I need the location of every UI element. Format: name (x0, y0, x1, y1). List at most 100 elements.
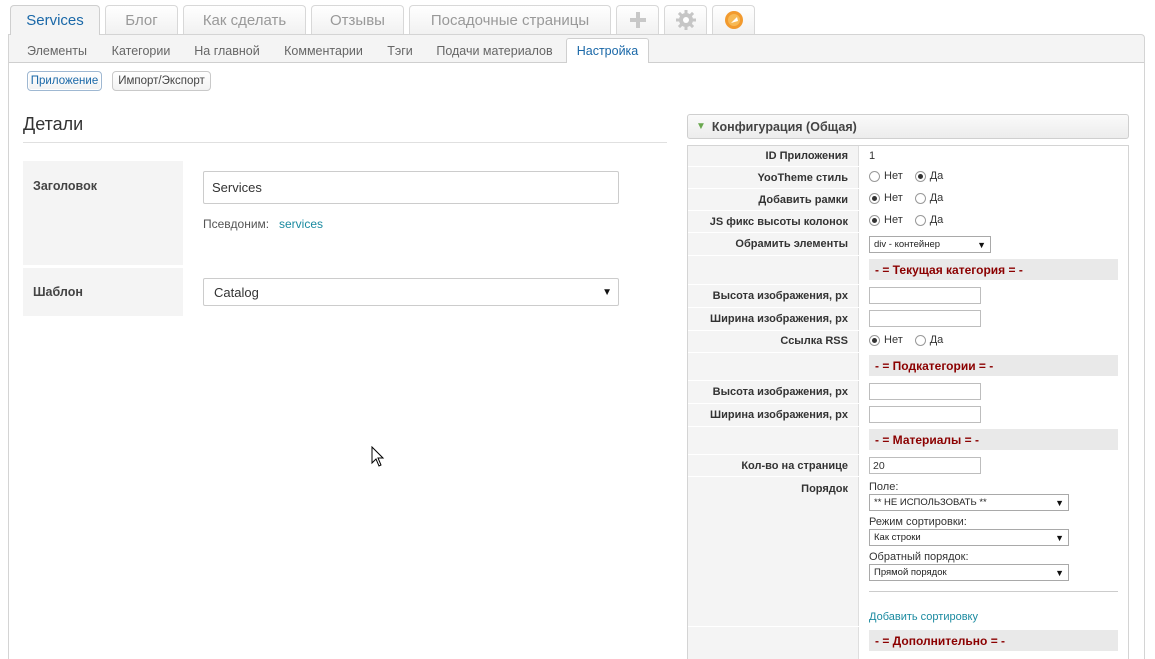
pill-label: Приложение (30, 75, 99, 87)
radio-label: Нет (884, 170, 903, 182)
tab-label: Как сделать (202, 11, 287, 29)
tab-how-to[interactable]: Как сделать (183, 5, 306, 34)
subcategory-img-height-input[interactable] (869, 383, 981, 400)
tab-label: Services (26, 12, 84, 29)
alias-link[interactable]: services (279, 217, 323, 231)
tab-landing-pages[interactable]: Посадочные страницы (409, 5, 611, 34)
radio-label: Да (929, 170, 944, 182)
reverse-order-select[interactable]: Прямой порядок ▼ (869, 564, 1069, 581)
sort-mode-select-value: Как строки (874, 532, 921, 543)
subtab-frontpage[interactable]: На главной (188, 37, 266, 65)
subtab-comments[interactable]: Комментарии (276, 37, 371, 65)
template-select[interactable]: Catalog ▼ (203, 278, 619, 306)
radio-label: Нет (884, 334, 903, 346)
section-extra: - = Дополнительно = - (869, 630, 1118, 651)
add-app-button[interactable] (616, 5, 659, 34)
chevron-down-icon: ▼ (1055, 497, 1064, 508)
wrap-elements-select[interactable]: div - контейнер ▼ (869, 236, 991, 253)
tab-services[interactable]: Services (10, 5, 100, 35)
yootheme-no-radio[interactable] (869, 170, 880, 182)
title-label-cell: Заголовок (23, 161, 183, 265)
subtab-categories[interactable]: Категории (104, 37, 178, 65)
app-settings-pill[interactable]: Приложение (27, 71, 102, 91)
sort-mode-select[interactable]: Как строки ▼ (869, 529, 1069, 546)
tab-reviews[interactable]: Отзывы (311, 5, 404, 34)
pill-label: Импорт/Экспорт (118, 75, 205, 87)
rss-no-radio[interactable] (869, 334, 880, 346)
rss-yes-radio[interactable] (914, 334, 926, 346)
tab-label: Посадочные страницы (430, 11, 590, 29)
rss-label: Ссылка RSS (780, 335, 848, 347)
add-frames-yes-radio[interactable] (914, 192, 926, 204)
title-input[interactable]: Services (203, 171, 619, 204)
subtab-label: На главной (194, 44, 260, 58)
per-page-input[interactable]: 20 (869, 457, 981, 474)
js-fix-yes-radio[interactable] (914, 214, 926, 226)
subtab-config[interactable]: Настройка (566, 38, 649, 63)
wrap-select-value: div - контейнер (874, 239, 941, 250)
rss-radio-group: Нет Да (869, 334, 955, 346)
row-divider (688, 426, 859, 427)
category-img-height-input[interactable] (869, 287, 981, 304)
add-frames-no-radio[interactable] (869, 192, 880, 204)
tab-label: Блог (125, 11, 158, 29)
yootheme-label: YooTheme стиль (757, 172, 849, 184)
row-divider (688, 330, 859, 331)
rocket-button[interactable] (712, 5, 755, 34)
reverse-order-select-value: Прямой порядок (874, 567, 947, 578)
field-label: Поле: (869, 481, 899, 493)
img-width-label: Ширина изображения, px (710, 313, 848, 325)
section-current-category: - = Текущая категория = - (869, 259, 1118, 280)
row-divider (688, 188, 859, 189)
alias-label: Псевдоним: (203, 217, 270, 231)
template-label: Шаблон (33, 285, 83, 299)
import-export-pill[interactable]: Импорт/Экспорт (112, 71, 211, 91)
radio-label: Нет (884, 192, 903, 204)
row-divider (688, 232, 859, 233)
config-section-header[interactable]: ▼ Конфигурация (Общая) (687, 114, 1129, 139)
radio-label: Да (929, 192, 944, 204)
add-sorting-link[interactable]: Добавить сортировку (869, 611, 978, 623)
subtab-label: Настройка (576, 44, 639, 58)
details-heading: Детали (23, 114, 84, 134)
img-width-label: Ширина изображения, px (710, 409, 848, 421)
triangle-down-icon: ▼ (696, 121, 706, 132)
chevron-down-icon: ▼ (602, 286, 612, 298)
title-label: Заголовок (33, 179, 97, 193)
subcategory-img-width-input[interactable] (869, 406, 981, 423)
subtab-items[interactable]: Элементы (20, 37, 94, 65)
subtab-label: Тэги (387, 44, 413, 58)
row-divider (688, 626, 859, 627)
app-id-label: ID Приложения (765, 150, 848, 162)
row-divider (688, 403, 859, 404)
config-header-label: Конфигурация (Общая) (711, 119, 857, 134)
subtab-tags[interactable]: Тэги (381, 37, 419, 65)
add-frames-label: Добавить рамки (758, 194, 848, 206)
add-frames-radio-group: Нет Да (869, 192, 955, 204)
category-img-width-input[interactable] (869, 310, 981, 327)
section-subcategories: - = Подкатегории = - (869, 355, 1118, 376)
wrap-elements-label: Обрамить элементы (735, 238, 848, 250)
yootheme-yes-radio[interactable] (914, 170, 926, 182)
js-fix-no-radio[interactable] (869, 214, 880, 226)
reverse-order-label: Обратный порядок: (869, 551, 969, 563)
row-divider (688, 210, 859, 211)
row-divider (688, 255, 859, 256)
order-field-select[interactable]: ** НЕ ИСПОЛЬЗОВАТЬ ** ▼ (869, 494, 1069, 511)
subtab-label: Элементы (27, 44, 87, 58)
per-page-value: 20 (873, 459, 885, 472)
row-divider (688, 380, 859, 381)
settings-button[interactable] (664, 5, 707, 34)
yootheme-radio-group: Нет Да (869, 170, 955, 182)
row-divider (688, 476, 859, 477)
subtab-submissions[interactable]: Подачи материалов (429, 37, 560, 65)
js-fix-radio-group: Нет Да (869, 214, 955, 226)
tab-label: Отзывы (330, 11, 385, 29)
top-tabs: Services Блог Как сделать Отзывы Посадоч… (10, 5, 760, 35)
row-divider (688, 307, 859, 308)
tab-blog[interactable]: Блог (105, 5, 178, 34)
row-divider (688, 166, 859, 167)
row-divider (688, 284, 859, 285)
order-label: Порядок (801, 483, 848, 495)
mouse-cursor-icon (371, 446, 385, 467)
